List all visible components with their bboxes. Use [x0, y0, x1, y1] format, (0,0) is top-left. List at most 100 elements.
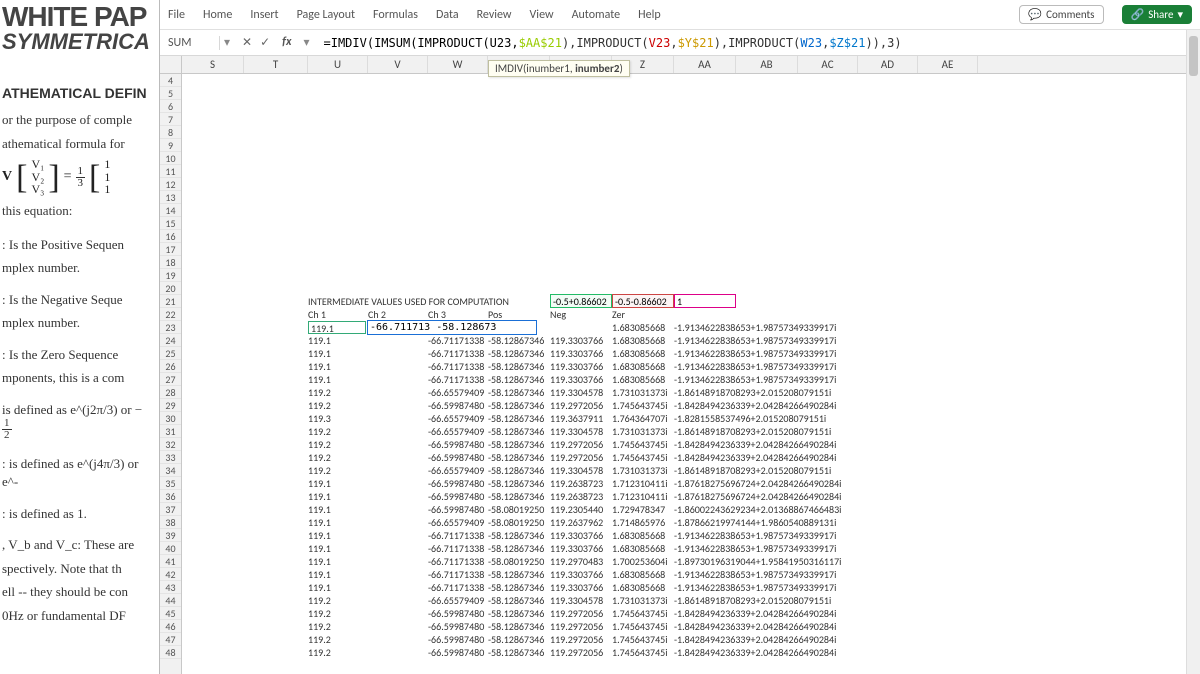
row-header-39[interactable]: 39	[160, 529, 181, 542]
cell[interactable]: 119.2305440	[550, 503, 603, 516]
cell[interactable]: -66.65579409	[428, 425, 484, 438]
cell[interactable]: 119.3303766	[550, 373, 603, 386]
cell[interactable]: -58.12867346	[488, 633, 544, 646]
cell[interactable]: -58.12867346	[488, 373, 544, 386]
cell[interactable]: -1.9134622838653+1.98757349339917i	[674, 347, 836, 360]
row-header-41[interactable]: 41	[160, 555, 181, 568]
row-header-14[interactable]: 14	[160, 204, 181, 217]
cell[interactable]: 1.683085668	[612, 568, 665, 581]
share-button[interactable]: 🔗 Share ▾	[1122, 5, 1193, 24]
cell[interactable]: 1.683085668	[612, 360, 665, 373]
column-header-U[interactable]: U	[308, 56, 368, 73]
cell[interactable]: 1.745643745i	[612, 438, 668, 451]
cell[interactable]: -66.59987480	[428, 490, 484, 503]
cell[interactable]: -66.59987480	[428, 607, 484, 620]
cell[interactable]: -1.86148918708293+2.015208079151i	[674, 425, 831, 438]
cell[interactable]: -1.8428494236339+2.04284266490284i	[674, 399, 836, 412]
cell[interactable]: -58.12867346	[488, 490, 544, 503]
cell[interactable]: -66.59987480	[428, 503, 484, 516]
row-header-28[interactable]: 28	[160, 386, 181, 399]
row-header-11[interactable]: 11	[160, 165, 181, 178]
row-header-48[interactable]: 48	[160, 646, 181, 659]
row-header-15[interactable]: 15	[160, 217, 181, 230]
cell[interactable]: 119.2	[308, 438, 331, 451]
cell[interactable]: 119.2638723	[550, 477, 603, 490]
cell[interactable]: -58.12867346	[488, 529, 544, 542]
cell[interactable]: -1.86148918708293+2.015208079151i	[674, 464, 831, 477]
ribbon-tab-view[interactable]: View	[530, 8, 554, 22]
cell[interactable]: -66.71171338	[428, 542, 484, 555]
row-header-43[interactable]: 43	[160, 581, 181, 594]
cell[interactable]: -58.12867346	[488, 360, 544, 373]
row-header-40[interactable]: 40	[160, 542, 181, 555]
cell[interactable]: -1.87618275696724+2.04284266490284i	[674, 477, 841, 490]
cell[interactable]: Ch 1	[308, 308, 326, 321]
row-header-29[interactable]: 29	[160, 399, 181, 412]
column-header-T[interactable]: T	[244, 56, 308, 73]
cell[interactable]: 119.2972056	[550, 646, 603, 659]
cell[interactable]: -1.8428494236339+2.04284266490284i	[674, 607, 836, 620]
fx-icon[interactable]: fx	[278, 35, 295, 50]
cell[interactable]: 119.1	[308, 490, 331, 503]
cell[interactable]: -1.9134622838653+1.98757349339917i	[674, 321, 836, 334]
cell[interactable]: -58.12867346	[488, 607, 544, 620]
cell[interactable]: 119.1	[308, 503, 331, 516]
cell[interactable]: -66.65579409	[428, 386, 484, 399]
cell[interactable]: -1.87866219974144+1.9860540889131i	[674, 516, 836, 529]
row-header-38[interactable]: 38	[160, 516, 181, 529]
cell[interactable]: Neg	[550, 308, 566, 321]
cell[interactable]: 1.731031373i	[612, 594, 668, 607]
column-header-S[interactable]: S	[182, 56, 244, 73]
row-header-27[interactable]: 27	[160, 373, 181, 386]
column-headers[interactable]: STUVWXYZAAABACADAE	[160, 56, 1200, 74]
cell[interactable]: -58.12867346	[488, 581, 544, 594]
cell[interactable]: 1.745643745i	[612, 451, 668, 464]
namebox-dropdown-icon[interactable]: ▾	[220, 35, 234, 50]
cell[interactable]: -58.12867346	[488, 425, 544, 438]
cell[interactable]: 119.1	[308, 516, 331, 529]
cell[interactable]: -58.08019250	[488, 503, 544, 516]
ribbon-tab-insert[interactable]: Insert	[250, 8, 278, 22]
cell[interactable]: 119.3304578	[550, 464, 603, 477]
cell[interactable]: 1.731031373i	[612, 464, 668, 477]
cell[interactable]: 119.2970483	[550, 555, 603, 568]
cell[interactable]: -66.59987480	[428, 633, 484, 646]
cell[interactable]: 1.745643745i	[612, 620, 668, 633]
ribbon-tab-page-layout[interactable]: Page Layout	[297, 8, 355, 22]
cell[interactable]: -58.12867346	[488, 620, 544, 633]
cell[interactable]: -58.12867346	[488, 646, 544, 659]
zer-constant-cell[interactable]: -0.5-0.86602	[612, 294, 674, 308]
cell[interactable]: -66.59987480	[428, 399, 484, 412]
ribbon-tab-help[interactable]: Help	[638, 8, 661, 22]
row-header-35[interactable]: 35	[160, 477, 181, 490]
cell[interactable]: 119.1	[308, 321, 366, 334]
row-header-20[interactable]: 20	[160, 282, 181, 295]
cell[interactable]: 1.712310411i	[612, 477, 668, 490]
cell[interactable]: -1.8428494236339+2.04284266490284i	[674, 646, 836, 659]
cell[interactable]: 119.3303766	[550, 568, 603, 581]
cell[interactable]: 119.3304578	[550, 594, 603, 607]
cell[interactable]: 119.1	[308, 477, 331, 490]
cell[interactable]: 119.1	[308, 568, 331, 581]
cell[interactable]: 1.745643745i	[612, 646, 668, 659]
row-header-9[interactable]: 9	[160, 139, 181, 152]
row-header-30[interactable]: 30	[160, 412, 181, 425]
cell[interactable]: 119.2972056	[550, 607, 603, 620]
cell[interactable]: -58.12867346	[488, 334, 544, 347]
ribbon-tab-review[interactable]: Review	[477, 8, 512, 22]
cell[interactable]: 119.2	[308, 386, 331, 399]
cell[interactable]: 119.2972056	[550, 438, 603, 451]
row-header-45[interactable]: 45	[160, 607, 181, 620]
cell[interactable]: 119.3303766	[550, 542, 603, 555]
cell[interactable]: 1.729478347	[612, 503, 665, 516]
cell[interactable]: -1.8428494236339+2.04284266490284i	[674, 438, 836, 451]
cell[interactable]: 119.2	[308, 633, 331, 646]
row-header-42[interactable]: 42	[160, 568, 181, 581]
cell[interactable]: -58.12867346	[488, 438, 544, 451]
row-header-36[interactable]: 36	[160, 490, 181, 503]
cell[interactable]: 119.2638723	[550, 490, 603, 503]
cell[interactable]: -1.9134622838653+1.98757349339917i	[674, 581, 836, 594]
cell[interactable]: -1.9134622838653+1.98757349339917i	[674, 529, 836, 542]
cell[interactable]: 119.2	[308, 399, 331, 412]
cell[interactable]: -66.71171338	[428, 555, 484, 568]
